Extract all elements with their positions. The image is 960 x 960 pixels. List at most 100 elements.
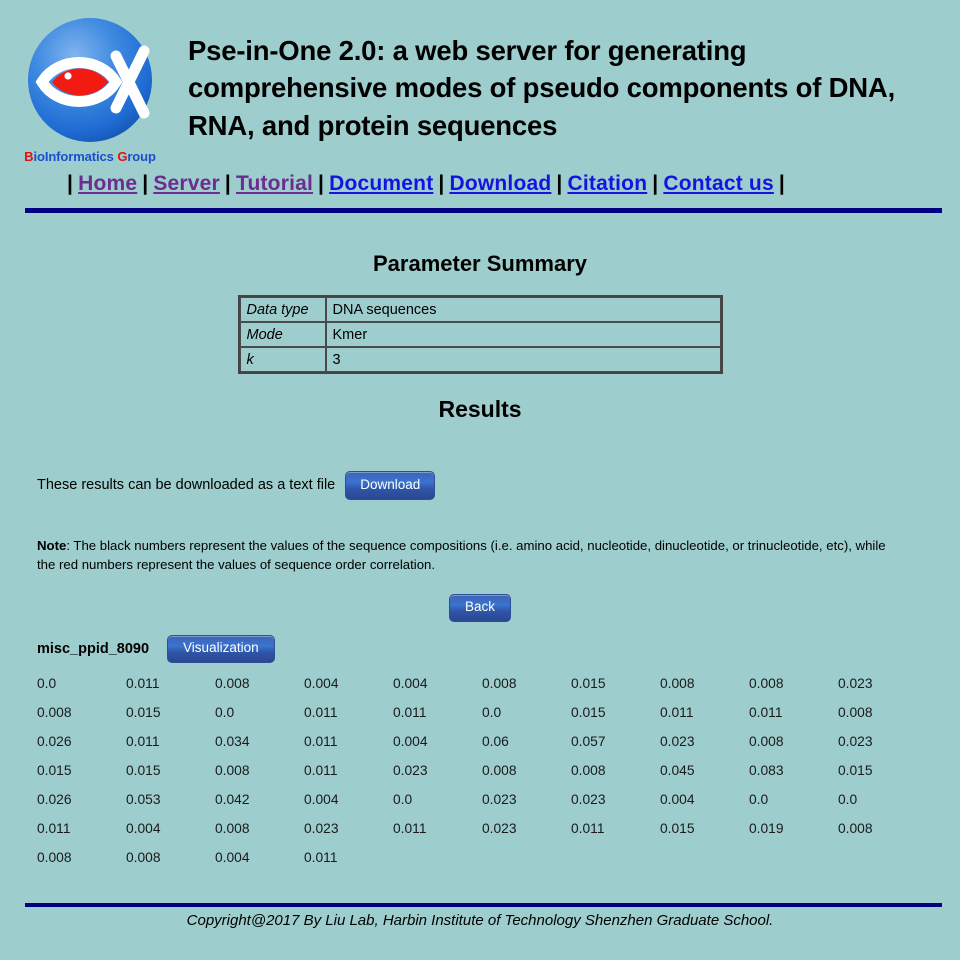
results-value-cell: 0.023 bbox=[571, 792, 606, 807]
results-value-cell: 0.008 bbox=[482, 763, 517, 778]
nav-separator: | bbox=[67, 172, 74, 195]
results-value-cell: 0.008 bbox=[215, 821, 250, 836]
results-value-cell: 0.008 bbox=[126, 850, 161, 865]
results-note: Note: The black numbers represent the va… bbox=[0, 537, 960, 574]
download-button[interactable]: Download bbox=[345, 471, 436, 500]
param-key-k: k bbox=[239, 347, 326, 372]
results-value-cell: 0.06 bbox=[482, 734, 509, 749]
results-value-cell: 0.023 bbox=[482, 792, 517, 807]
results-value-cell: 0.011 bbox=[571, 821, 605, 836]
back-button-row: Back bbox=[0, 594, 960, 623]
logo-block: BioInformatics Group bbox=[0, 14, 180, 164]
results-value-cell: 0.004 bbox=[660, 792, 695, 807]
results-value-cell: 0.023 bbox=[660, 734, 695, 749]
results-value-cell: 0.023 bbox=[304, 821, 339, 836]
results-value-cell: 0.015 bbox=[838, 763, 873, 778]
results-value-cell: 0.004 bbox=[304, 676, 339, 691]
parameter-summary-heading: Parameter Summary bbox=[372, 251, 587, 276]
nav-separator: | bbox=[142, 172, 149, 195]
results-value-cell: 0.008 bbox=[749, 734, 784, 749]
back-button[interactable]: Back bbox=[448, 594, 511, 623]
results-value-row: 0.026 0.053 0.042 0.004 0.0 0.023 0.023 0.004 0.… bbox=[37, 792, 960, 821]
results-value-cell: 0.023 bbox=[482, 821, 517, 836]
logo-caption: BioInformatics Group bbox=[24, 149, 156, 164]
results-value-cell: 0.011 bbox=[304, 705, 338, 720]
parameter-summary-table-wrap: Data type DNA sequences Mode Kmer k 3 bbox=[0, 295, 960, 374]
results-value-cell: 0.004 bbox=[393, 734, 428, 749]
results-value-cell: 0.019 bbox=[749, 821, 784, 836]
results-value-cell: 0.045 bbox=[660, 763, 695, 778]
nav-separator: | bbox=[438, 172, 445, 195]
results-value-row: 0.0 0.011 0.008 0.004 0.004 0.008 0.015 0.008 0.… bbox=[37, 676, 960, 705]
nav-separator: | bbox=[778, 172, 785, 195]
results-value-row: 0.011 0.004 0.008 0.023 0.011 0.023 0.011 0.015… bbox=[37, 821, 960, 850]
results-value-cell: 0.011 bbox=[304, 850, 338, 865]
results-value-cell: 0.023 bbox=[838, 734, 873, 749]
param-key-mode: Mode bbox=[239, 322, 326, 347]
results-value-cell: 0.015 bbox=[571, 705, 606, 720]
footer-divider bbox=[25, 903, 942, 907]
nav-separator: | bbox=[224, 172, 231, 195]
results-value-cell: 0.011 bbox=[749, 705, 783, 720]
nav-item-server[interactable]: Server bbox=[153, 172, 220, 195]
logo-caption-informatics: Informatics bbox=[44, 149, 118, 164]
nav-item-citation[interactable]: Citation bbox=[567, 172, 647, 195]
results-value-cell: 0.015 bbox=[126, 705, 161, 720]
results-value-cell: 0.008 bbox=[571, 763, 606, 778]
results-value-cell: 0.011 bbox=[126, 734, 160, 749]
param-key-data-type: Data type bbox=[239, 297, 326, 322]
results-value-cell: 0.008 bbox=[37, 850, 72, 865]
results-value-cell: 0.008 bbox=[215, 763, 250, 778]
results-value-cell: 0.026 bbox=[37, 734, 72, 749]
results-value-cell: 0.026 bbox=[37, 792, 72, 807]
results-value-cell: 0.011 bbox=[126, 676, 160, 691]
note-body: : The black numbers represent the values… bbox=[37, 537, 886, 572]
visualization-button[interactable]: Visualization bbox=[167, 635, 275, 663]
results-value-cell: 0.004 bbox=[304, 792, 339, 807]
nav-item-home[interactable]: Home bbox=[78, 172, 137, 195]
results-value-cell: 0.011 bbox=[37, 821, 71, 836]
results-value-cell: 0.0 bbox=[393, 792, 413, 807]
sequence-id-label: misc_ppid_8090 bbox=[37, 641, 150, 658]
logo-caption-io: io bbox=[33, 149, 45, 164]
results-value-cell: 0.004 bbox=[215, 850, 250, 865]
nav-item-download[interactable]: Download bbox=[449, 172, 551, 195]
results-value-cell: 0.0 bbox=[215, 705, 235, 720]
title-block: Pse-in-One 2.0: a web server for generat… bbox=[180, 14, 960, 144]
results-value-cell: 0.008 bbox=[749, 676, 784, 691]
nav-item-contact-us[interactable]: Contact us bbox=[663, 172, 774, 195]
results-value-cell: 0.011 bbox=[393, 821, 427, 836]
results-value-cell: 0.004 bbox=[126, 821, 161, 836]
results-value-grid: 0.0 0.011 0.008 0.004 0.004 0.008 0.015 0.008 0.… bbox=[0, 676, 960, 879]
table-row: k 3 bbox=[239, 347, 721, 372]
main-navigation: | Home | Server | Tutorial | Document | Download |… bbox=[0, 164, 960, 196]
table-row: Data type DNA sequences bbox=[239, 297, 721, 322]
results-value-cell: 0.011 bbox=[393, 705, 427, 720]
download-description: These results can be downloaded as a tex… bbox=[37, 477, 336, 494]
results-value-cell: 0.008 bbox=[838, 821, 873, 836]
results-value-cell: 0.008 bbox=[660, 676, 695, 691]
results-value-cell: 0.083 bbox=[749, 763, 784, 778]
table-row: Mode Kmer bbox=[239, 322, 721, 347]
param-value-mode: Kmer bbox=[325, 322, 721, 347]
sequence-header-row: misc_ppid_8090 Visualization bbox=[0, 635, 960, 663]
results-value-row: 0.015 0.015 0.008 0.011 0.023 0.008 0.008 0.045… bbox=[37, 763, 960, 792]
note-prefix: Note bbox=[37, 537, 67, 553]
results-value-cell: 0.053 bbox=[126, 792, 161, 807]
results-value-cell: 0.015 bbox=[126, 763, 161, 778]
results-heading: Results bbox=[438, 396, 522, 422]
bioinformatics-fish-logo-icon bbox=[24, 16, 156, 148]
results-value-cell: 0.008 bbox=[37, 705, 72, 720]
nav-item-document[interactable]: Document bbox=[329, 172, 433, 195]
results-value-row: 0.008 0.008 0.004 0.011 bbox=[37, 850, 960, 879]
page-header: BioInformatics Group Pse-in-One 2.0: a w… bbox=[0, 0, 960, 164]
results-value-cell: 0.042 bbox=[215, 792, 250, 807]
results-value-cell: 0.0 bbox=[838, 792, 858, 807]
results-value-cell: 0.008 bbox=[838, 705, 873, 720]
results-value-cell: 0.023 bbox=[838, 676, 873, 691]
results-value-row: 0.008 0.015 0.0 0.011 0.011 0.0 0.015 0.011 0.01… bbox=[37, 705, 960, 734]
download-line: These results can be downloaded as a tex… bbox=[0, 471, 960, 500]
nav-separator: | bbox=[652, 172, 659, 195]
nav-item-tutorial[interactable]: Tutorial bbox=[236, 172, 313, 195]
results-value-cell: 0.034 bbox=[215, 734, 250, 749]
